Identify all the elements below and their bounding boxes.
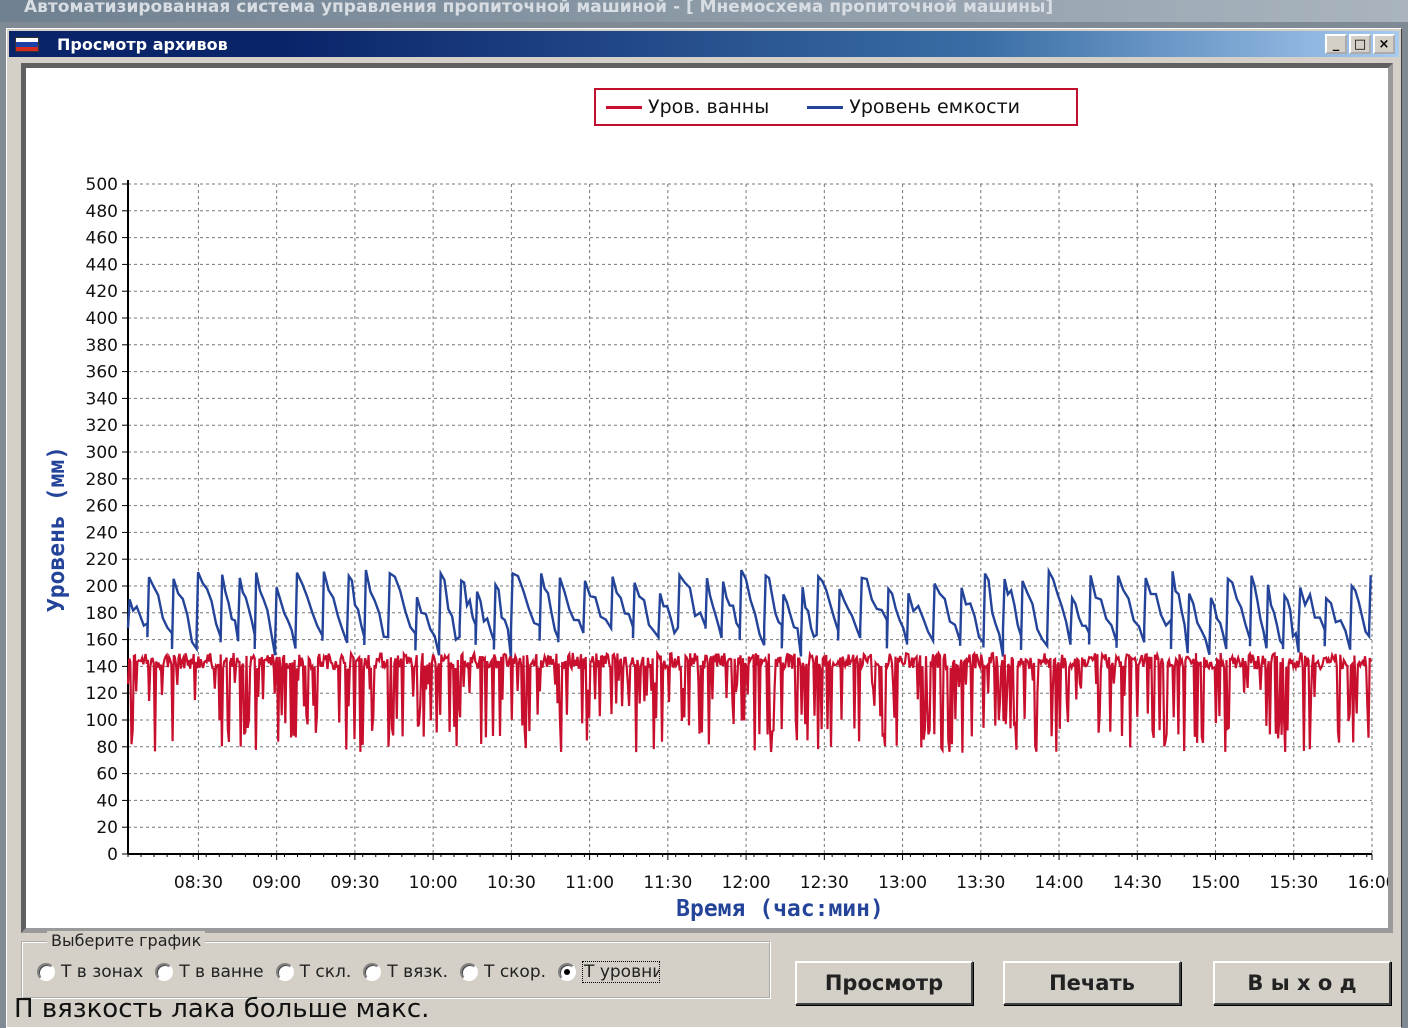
y-tick-label: 420: [86, 282, 118, 302]
legend-label-bath: Уров. ванны: [648, 96, 770, 118]
y-tick-label: 100: [86, 711, 118, 731]
background-status-text: П вязкость лака больше макс.: [14, 994, 430, 1024]
maximize-button[interactable]: □: [1349, 34, 1371, 54]
y-tick-label: 460: [86, 229, 118, 249]
x-tick-label: 08:30: [174, 873, 223, 893]
graph-option-1[interactable]: Т в ванне: [155, 961, 264, 983]
y-tick-label: 60: [96, 765, 118, 785]
graph-option-2[interactable]: Т скл.: [275, 961, 352, 983]
x-tick-label: 15:00: [1191, 873, 1240, 893]
graph-option-label: Т в ванне: [179, 962, 264, 982]
x-tick-label: 12:30: [800, 873, 849, 893]
graph-option-4[interactable]: Т скор.: [460, 961, 546, 983]
chart-legend: Уров. ванны Уровень емкости: [594, 88, 1078, 126]
graph-option-label: Т вязк.: [387, 962, 449, 982]
y-tick-label: 360: [86, 363, 118, 383]
legend-label-tank: Уровень емкости: [849, 96, 1021, 118]
radio-button-icon[interactable]: [275, 963, 294, 981]
legend-item-tank: Уровень емкости: [807, 96, 1020, 118]
graph-option-0[interactable]: Т в зонах: [37, 961, 143, 983]
y-tick-label: 180: [86, 604, 118, 624]
graph-option-5[interactable]: Т уровни: [558, 961, 661, 983]
x-axis-label: Время (час:мин): [676, 896, 884, 922]
archive-viewer-window: Просмотр архивов _ □ × 500 480 460 440 420 40…: [6, 28, 1402, 1028]
graph-option-label: Т скор.: [484, 962, 547, 982]
y-tick-label: 80: [96, 738, 118, 758]
legend-swatch-bath: [606, 105, 642, 109]
chart-panel: 500 480 460 440 420 400 380 360 340 320 300 280 260 2…: [21, 63, 1393, 933]
y-tick-label: 220: [86, 550, 118, 570]
legend-swatch-tank: [807, 105, 844, 109]
graph-option-3[interactable]: Т вязк.: [363, 961, 448, 983]
y-axis-label: Уровень (мм): [44, 446, 70, 612]
radio-button-icon[interactable]: [155, 963, 174, 981]
series-line-tank: [126, 566, 1372, 659]
x-tick-label: 14:30: [1113, 873, 1162, 893]
background-app-title: Автоматизированная система управления пр…: [24, 0, 1054, 17]
y-tick-label: 500: [86, 175, 118, 195]
background-app-titlebar: Автоматизированная система управления пр…: [0, 0, 1408, 22]
y-tick-label: 200: [86, 577, 118, 597]
y-tick-label: 0: [107, 845, 118, 865]
series-line-bath: [126, 649, 1372, 754]
y-tick-label: 140: [86, 657, 118, 677]
radio-button-icon[interactable]: [37, 963, 55, 981]
graph-option-label: Т уровни: [582, 961, 661, 983]
x-tick-label: 11:30: [643, 873, 692, 893]
y-tick-label: 300: [86, 443, 118, 463]
y-tick-label: 320: [86, 416, 118, 436]
level-chart: 5004804604404204003803603403203002802602…: [44, 175, 1389, 922]
x-tick-label: 16:00: [1348, 873, 1389, 893]
x-tick-label: 12:00: [722, 873, 771, 893]
radio-button-icon[interactable]: [460, 963, 479, 981]
radio-button-icon[interactable]: [558, 963, 577, 981]
y-tick-label: 40: [96, 791, 118, 811]
x-tick-label: 09:00: [252, 873, 301, 893]
graph-option-label: Т в зонах: [61, 962, 144, 982]
graph-selector-options: Т в зонах Т в ванне Т скл. Т вязк. Т скор. Т …: [37, 961, 661, 983]
x-tick-label: 14:00: [1035, 873, 1084, 893]
x-tick-label: 13:00: [878, 873, 927, 893]
graph-option-label: Т скл.: [299, 962, 352, 982]
window-title: Просмотр архивов: [57, 35, 228, 54]
x-tick-label: 09:30: [330, 873, 379, 893]
russian-flag-icon: [15, 37, 39, 52]
x-tick-label: 10:00: [409, 873, 458, 893]
y-tick-label: 340: [86, 389, 118, 409]
y-tick-label: 380: [86, 336, 118, 356]
y-tick-label: 120: [86, 684, 118, 704]
x-tick-label: 10:30: [487, 873, 536, 893]
y-tick-label: 480: [86, 202, 118, 222]
y-tick-label: 20: [96, 818, 118, 838]
graph-selector-label: Выберите график: [47, 931, 206, 950]
minimize-button[interactable]: _: [1325, 34, 1347, 54]
y-tick-label: 160: [86, 631, 118, 651]
x-tick-label: 15:30: [1269, 873, 1318, 893]
y-tick-label: 440: [86, 255, 118, 275]
legend-item-bath: Уров. ванны: [606, 96, 769, 118]
window-titlebar[interactable]: Просмотр архивов _ □ ×: [9, 31, 1399, 57]
y-tick-label: 400: [86, 309, 118, 329]
y-tick-label: 240: [86, 523, 118, 543]
y-tick-label: 260: [86, 497, 118, 517]
y-tick-label: 280: [86, 470, 118, 490]
x-tick-label: 13:30: [956, 873, 1005, 893]
background-status-bar: П вязкость лака больше макс.: [6, 990, 1402, 1028]
radio-button-icon[interactable]: [363, 963, 382, 981]
x-tick-label: 11:00: [565, 873, 614, 893]
close-button[interactable]: ×: [1373, 34, 1395, 54]
